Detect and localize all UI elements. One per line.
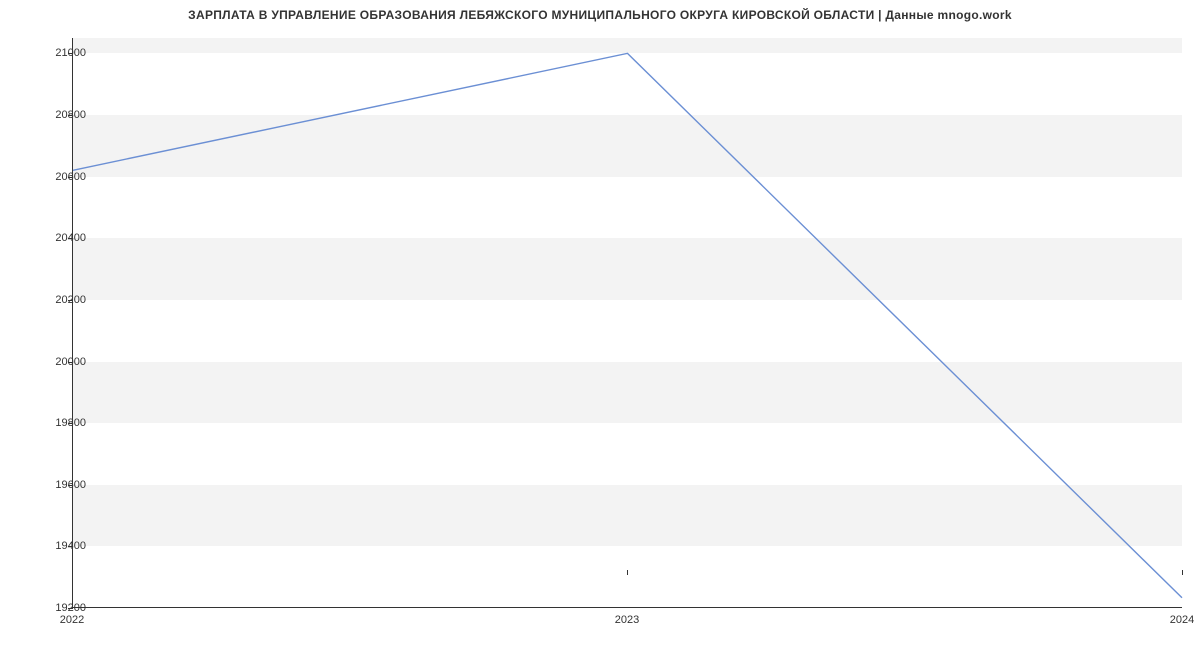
y-tick-label: 20400 — [36, 232, 86, 244]
x-tick-label: 2022 — [60, 614, 84, 626]
y-tick-label: 21000 — [36, 47, 86, 59]
y-tick-label: 20000 — [36, 356, 86, 368]
y-tick-label: 20600 — [36, 171, 86, 183]
plot-area — [72, 38, 1182, 608]
y-tick-label: 19800 — [36, 417, 86, 429]
x-tick-label: 2023 — [615, 614, 639, 626]
y-tick-label: 20800 — [36, 109, 86, 121]
y-tick-label: 19400 — [36, 540, 86, 552]
x-tick-mark — [627, 570, 628, 575]
y-tick-label: 20200 — [36, 294, 86, 306]
line-chart-svg — [73, 38, 1182, 607]
chart-title: ЗАРПЛАТА В УПРАВЛЕНИЕ ОБРАЗОВАНИЯ ЛЕБЯЖС… — [0, 8, 1200, 22]
x-tick-mark — [72, 570, 73, 575]
x-tick-mark — [1182, 570, 1183, 575]
y-tick-label: 19200 — [36, 602, 86, 614]
y-tick-label: 19600 — [36, 479, 86, 491]
x-tick-label: 2024 — [1170, 614, 1194, 626]
data-line — [73, 53, 1182, 597]
